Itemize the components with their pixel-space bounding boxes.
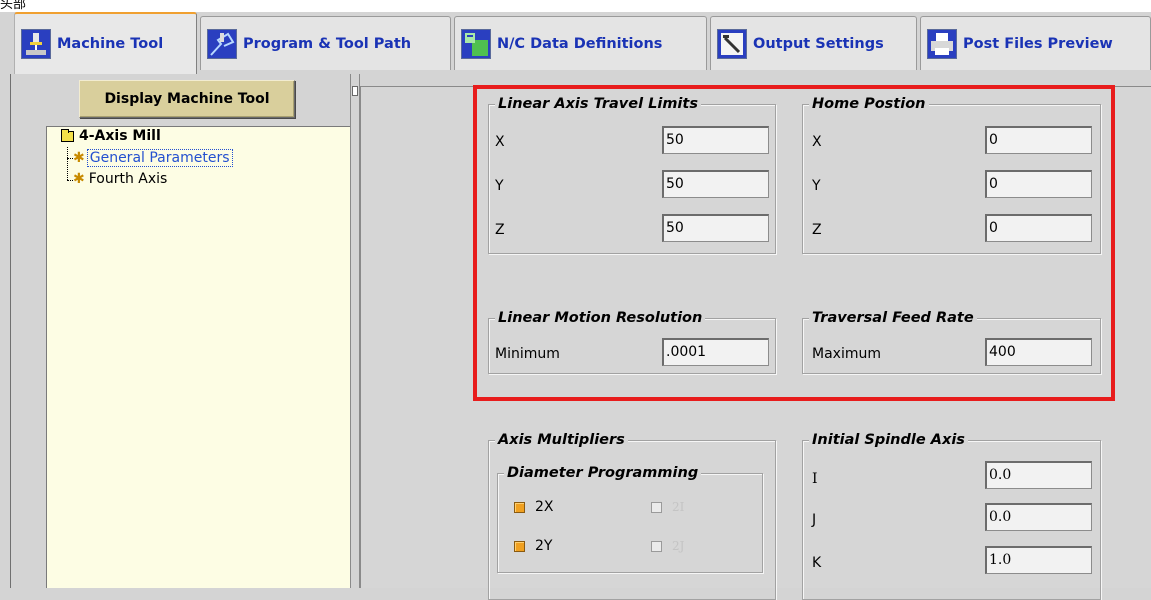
tree-root-node[interactable]: 4-Axis Mill <box>61 128 161 144</box>
group-title: Traversal Feed Rate <box>809 309 977 327</box>
gear-icon: ✱ <box>73 171 85 187</box>
window-top-strip: 头部 <box>0 0 1151 12</box>
x-label: X <box>812 134 822 150</box>
home-z-field[interactable]: 0 <box>985 214 1092 242</box>
travel-limit-z-field[interactable]: 50 <box>662 214 769 242</box>
checkbox-2j[interactable]: 2J <box>651 537 684 555</box>
group-title: Initial Spindle Axis <box>809 431 968 449</box>
tab-label: Output Settings <box>753 35 884 52</box>
checkbox-box[interactable] <box>514 540 525 552</box>
cut-off-title: 头部 <box>0 0 27 12</box>
gear-icon: ✱ <box>73 150 85 166</box>
nc-data-icon <box>461 28 491 59</box>
home-x-field[interactable]: 0 <box>985 126 1092 154</box>
checkbox-label: 2J <box>672 539 685 553</box>
maximum-label: Maximum <box>812 346 881 362</box>
program-tool-path-icon <box>207 28 237 59</box>
minimum-label: Minimum <box>495 346 560 362</box>
spindle-k-field[interactable]: 1.0 <box>985 546 1092 574</box>
tab-label: Post Files Preview <box>963 35 1113 52</box>
machine-tree[interactable]: 4-Axis Mill ✱ General Parameters ✱ Fourt… <box>46 126 351 588</box>
tab-label: Machine Tool <box>57 36 164 52</box>
j-label: J <box>812 512 817 528</box>
group-title: Linear Axis Travel Limits <box>495 95 701 113</box>
spindle-j-field[interactable]: 0.0 <box>985 503 1092 531</box>
travel-limit-x-field[interactable]: 50 <box>662 126 769 154</box>
tree-root-label: 4-Axis Mill <box>79 128 161 144</box>
pane-splitter[interactable] <box>350 74 360 588</box>
group-title: Home Postion <box>809 95 929 113</box>
i-label: I <box>812 471 818 487</box>
tree-item-label: Fourth Axis <box>88 171 168 187</box>
tab-post-files-preview[interactable]: Post Files Preview <box>920 16 1151 70</box>
tree-item-general-parameters[interactable]: ✱ General Parameters <box>73 149 233 167</box>
group-title: Axis Multipliers <box>495 431 628 449</box>
checkbox-label: 2X <box>535 499 554 515</box>
display-machine-tool-button[interactable]: Display Machine Tool <box>79 80 295 118</box>
group-title: Linear Motion Resolution <box>495 309 706 327</box>
y-label: Y <box>812 178 821 194</box>
checkbox-box[interactable] <box>514 501 525 513</box>
tab-program-tool-path[interactable]: Program & Tool Path <box>200 16 451 70</box>
printer-icon <box>927 28 957 59</box>
checkbox-2x[interactable]: 2X <box>514 498 554 516</box>
checkbox-box[interactable] <box>651 540 662 552</box>
diameter-programming-group: Diameter Programming <box>497 464 763 573</box>
tab-output-settings[interactable]: Output Settings <box>710 16 917 70</box>
tree-item-fourth-axis[interactable]: ✱ Fourth Axis <box>73 171 169 187</box>
tree-item-label: General Parameters <box>86 149 233 167</box>
k-label: K <box>812 555 822 571</box>
y-label: Y <box>495 178 504 194</box>
splitter-handle[interactable] <box>352 86 358 96</box>
machine-tool-icon <box>21 29 51 59</box>
folder-icon <box>61 128 74 142</box>
tab-machine-tool[interactable]: Machine Tool <box>14 12 197 74</box>
tab-label: N/C Data Definitions <box>497 35 663 52</box>
z-label: Z <box>812 222 822 238</box>
travel-limit-y-field[interactable]: 50 <box>662 170 769 198</box>
checkbox-2y[interactable]: 2Y <box>514 537 552 555</box>
spindle-i-field[interactable]: 0.0 <box>985 461 1092 489</box>
output-settings-icon <box>717 28 747 59</box>
x-label: X <box>495 134 505 150</box>
z-label: Z <box>495 222 505 238</box>
home-y-field[interactable]: 0 <box>985 170 1092 198</box>
tab-bar: Machine Tool Program & Tool Path N/C Dat… <box>0 12 1151 76</box>
left-pane: Display Machine Tool 4-Axis Mill ✱ Gener… <box>10 74 351 588</box>
tree-connector <box>67 147 68 180</box>
checkbox-label: 2I <box>672 500 685 514</box>
group-title: Diameter Programming <box>504 464 702 482</box>
checkbox-label: 2Y <box>535 538 553 554</box>
tab-nc-data-definitions[interactable]: N/C Data Definitions <box>454 16 707 70</box>
checkbox-2i[interactable]: 2I <box>651 498 684 516</box>
checkbox-box[interactable] <box>651 501 662 513</box>
tab-label: Program & Tool Path <box>243 35 412 52</box>
feed-rate-maximum-field[interactable]: 400 <box>985 338 1092 366</box>
resolution-minimum-field[interactable]: .0001 <box>662 338 769 366</box>
